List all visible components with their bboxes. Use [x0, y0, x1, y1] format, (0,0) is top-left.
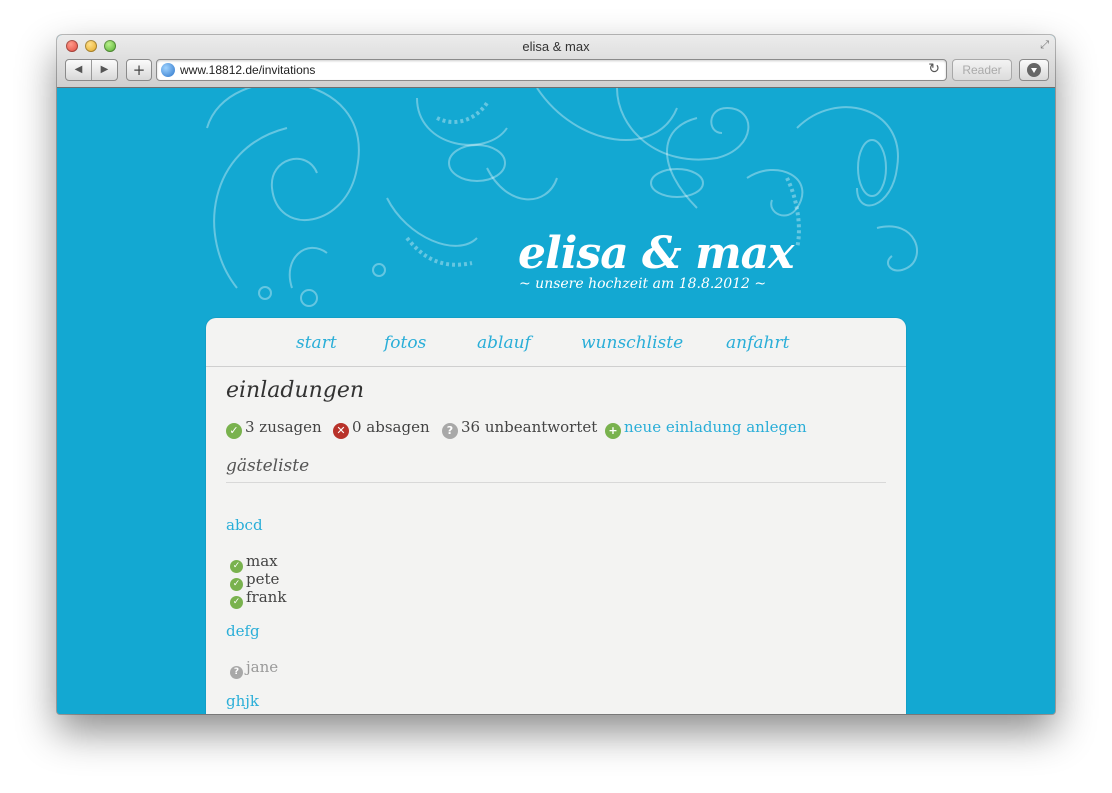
question-icon: ?: [442, 423, 458, 439]
nav-item-anfahrt[interactable]: anfahrt: [726, 333, 789, 353]
browser-toolbar: elisa & max ⤢ ◀ ▶ + www.18812.de/invitat…: [57, 35, 1055, 88]
guest-item: ✓ frank: [230, 588, 286, 609]
nav-item-start[interactable]: start: [296, 333, 337, 353]
plus-icon: +: [605, 423, 621, 439]
check-icon: ✓: [226, 423, 242, 439]
group-name-defg[interactable]: defg: [226, 622, 260, 640]
page-viewport: elisa & max ~ unsere hochzeit am 18.8.20…: [57, 88, 1055, 714]
globe-icon: [161, 63, 175, 77]
stat-declined: ✕ 0 absagen: [333, 418, 430, 439]
browser-window: elisa & max ⤢ ◀ ▶ + www.18812.de/invitat…: [57, 35, 1055, 714]
history-nav: ◀ ▶: [65, 59, 118, 81]
downloads-button[interactable]: [1019, 59, 1049, 81]
download-icon: [1027, 63, 1041, 77]
floral-ornament: [206, 88, 918, 307]
content-panel: start fotos ablauf wunschliste anfahrt e…: [206, 318, 906, 714]
back-button[interactable]: ◀: [66, 60, 92, 80]
site-title: elisa & max: [518, 228, 794, 279]
forward-button[interactable]: ▶: [92, 60, 117, 80]
new-invitation-link[interactable]: + neue einladung anlegen: [605, 418, 807, 439]
guestlist-heading: gästeliste: [226, 456, 886, 483]
page-title: einladungen: [226, 378, 365, 403]
stat-accepted: ✓ 3 zusagen: [226, 418, 322, 439]
add-bookmark-button[interactable]: +: [126, 59, 152, 81]
group-name-ghjk[interactable]: ghjk: [226, 692, 259, 710]
url-text[interactable]: www.18812.de/invitations: [180, 63, 315, 77]
site-subtitle: ~ unsere hochzeit am 18.8.2012 ~: [519, 276, 767, 292]
window-title: elisa & max: [522, 39, 590, 54]
cross-icon: ✕: [333, 423, 349, 439]
stat-unanswered: ? 36 unbeantwortet: [442, 418, 597, 439]
check-icon: ✓: [230, 596, 243, 609]
reader-button[interactable]: Reader: [952, 59, 1012, 81]
group-name-abcd[interactable]: abcd: [226, 516, 263, 534]
nav-item-wunschliste[interactable]: wunschliste: [581, 333, 683, 353]
fullscreen-icon[interactable]: ⤢: [1040, 38, 1049, 52]
main-nav: start fotos ablauf wunschliste anfahrt: [206, 318, 906, 367]
nav-item-ablauf[interactable]: ablauf: [477, 333, 531, 353]
reload-icon[interactable]: ↻: [928, 61, 940, 77]
nav-item-fotos[interactable]: fotos: [384, 333, 426, 353]
address-bar[interactable]: www.18812.de/invitations ↻: [156, 59, 947, 81]
question-icon: ?: [230, 666, 243, 679]
guest-item: ? jane: [230, 658, 278, 679]
